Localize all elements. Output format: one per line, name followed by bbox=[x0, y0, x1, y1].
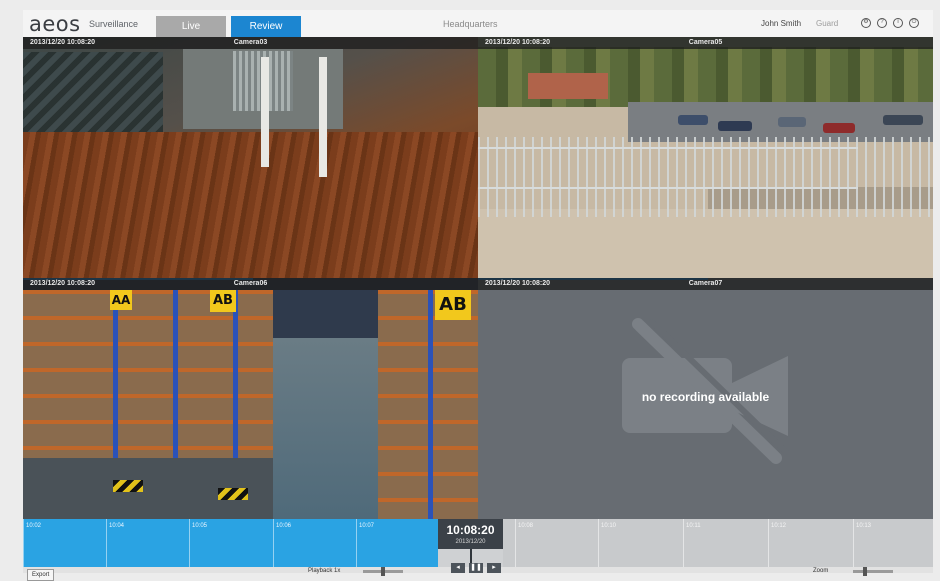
fence bbox=[478, 137, 933, 217]
pillar bbox=[319, 57, 327, 177]
house bbox=[528, 73, 608, 99]
step-back-button[interactable]: ◂ bbox=[451, 563, 465, 573]
power-icon[interactable]: ⏻ bbox=[909, 18, 919, 28]
settings-icon[interactable]: ⚙ bbox=[861, 18, 871, 28]
camera-tile-camera05[interactable]: 2013/12/20 10:08:20 Camera05 bbox=[478, 37, 933, 278]
site-title: Headquarters bbox=[443, 19, 498, 29]
tile-camera-name: Camera06 bbox=[233, 280, 268, 287]
surveillance-app: aeos Surveillance Live Review Headquarte… bbox=[23, 10, 933, 581]
zoom-label: Zoom bbox=[813, 568, 829, 574]
user-name: John Smith bbox=[761, 19, 802, 28]
fence-rail bbox=[478, 147, 858, 149]
hazard-stripe bbox=[113, 480, 143, 492]
tile-header: 2013/12/20 10:08:20 Camera05 bbox=[478, 37, 933, 49]
timeline-label: 10:04 bbox=[109, 523, 125, 529]
timeline-label: 10:05 bbox=[192, 523, 208, 529]
tile-header: 2013/12/20 10:08:20 Camera07 bbox=[478, 278, 933, 290]
timeline-tick bbox=[515, 519, 516, 567]
aisle-sign: AB bbox=[435, 290, 471, 320]
hazard-stripe bbox=[218, 488, 248, 500]
car bbox=[883, 115, 923, 125]
ground bbox=[478, 209, 933, 278]
tile-header: 2013/12/20 10:08:20 Camera03 bbox=[23, 37, 478, 49]
timeline-label: 10:13 bbox=[856, 523, 872, 529]
car bbox=[718, 121, 752, 131]
pause-button[interactable]: ❚❚ bbox=[469, 563, 483, 573]
zoom-slider-knob[interactable] bbox=[863, 567, 867, 576]
tab-review[interactable]: Review bbox=[231, 16, 301, 37]
help-icon[interactable]: ? bbox=[877, 18, 887, 28]
step-forward-button[interactable]: ▸ bbox=[487, 563, 501, 573]
timeline-label: 10:10 bbox=[601, 523, 617, 529]
aisle-sign: AB bbox=[210, 290, 236, 312]
car bbox=[778, 117, 806, 127]
playback-timeline[interactable]: 10:02 10:04 10:05 10:06 10:07 10:08 10:1… bbox=[23, 519, 933, 567]
timeline-tick bbox=[683, 519, 684, 567]
camera-tile-camera06[interactable]: AA AB AB 2013/12/20 10:08:20 Camera06 bbox=[23, 278, 478, 519]
current-date: 2013/12/20 bbox=[455, 539, 486, 545]
tile-camera-name: Camera03 bbox=[233, 39, 268, 46]
tile-camera-name: Camera05 bbox=[688, 39, 723, 46]
timeline-label: 10:08 bbox=[518, 523, 534, 529]
timeline-label: 10:07 bbox=[359, 523, 375, 529]
info-icon[interactable]: i bbox=[893, 18, 903, 28]
timeline-label: 10:06 bbox=[276, 523, 292, 529]
timeline-label: 10:02 bbox=[26, 523, 42, 529]
camera-tile-camera07[interactable]: no recording available 2013/12/20 10:08:… bbox=[478, 278, 933, 519]
timeline-tick bbox=[853, 519, 854, 567]
export-button[interactable]: Export bbox=[27, 569, 55, 581]
tile-camera-name: Camera07 bbox=[688, 280, 723, 287]
tile-header: 2013/12/20 10:08:20 Camera06 bbox=[23, 278, 478, 290]
current-time: 10:08:20 bbox=[446, 523, 495, 537]
top-bar: aeos Surveillance Live Review Headquarte… bbox=[23, 10, 933, 40]
wooden-floor bbox=[23, 132, 478, 278]
no-recording-message: no recording available bbox=[641, 390, 770, 404]
bottom-controls: Export Playback 1x ◂ ❚❚ ▸ Zoom bbox=[23, 563, 933, 581]
car bbox=[823, 123, 855, 133]
current-time-indicator: 10:08:20 2013/12/20 bbox=[438, 519, 503, 549]
timeline-tick bbox=[598, 519, 599, 567]
aisle-sign: AA bbox=[110, 290, 132, 310]
pillar bbox=[261, 57, 269, 167]
timeline-label: 10:12 bbox=[771, 523, 787, 529]
product-name: Surveillance bbox=[89, 19, 139, 29]
camera-tile-camera03[interactable]: 2013/12/20 10:08:20 Camera03 bbox=[23, 37, 478, 278]
timeline-tick bbox=[106, 519, 107, 567]
timeline-tick bbox=[273, 519, 274, 567]
tab-live[interactable]: Live bbox=[156, 16, 226, 37]
timeline-tick bbox=[356, 519, 357, 567]
timeline-future-range[interactable]: 10:08 10:10 10:11 10:12 10:13 bbox=[503, 519, 933, 567]
timeline-tick bbox=[23, 519, 24, 567]
car bbox=[678, 115, 708, 125]
aeos-logo: aeos bbox=[29, 12, 81, 36]
speed-label: Playback 1x bbox=[308, 568, 341, 574]
timeline-label: 10:11 bbox=[686, 523, 701, 529]
rack-post bbox=[428, 290, 433, 519]
timeline-tick bbox=[768, 519, 769, 567]
fence-rail bbox=[478, 187, 858, 189]
user-role: Guard bbox=[816, 19, 839, 28]
timeline-tick bbox=[189, 519, 190, 567]
speed-slider-knob[interactable] bbox=[381, 567, 385, 576]
timeline-recorded-range[interactable]: 10:02 10:04 10:05 10:06 10:07 bbox=[23, 519, 438, 567]
